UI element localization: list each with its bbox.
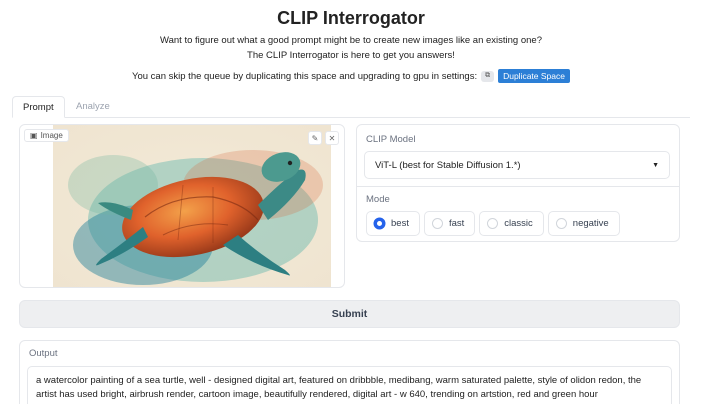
image-icon: ▣ [30, 131, 38, 140]
mode-option-best[interactable]: best [366, 211, 420, 236]
duplicate-text: You can skip the queue by duplicating th… [132, 70, 478, 82]
image-tools: ✎ ✕ [308, 131, 339, 145]
mode-option-fast[interactable]: fast [423, 211, 476, 236]
radio-icon [487, 218, 499, 229]
output-panel: Output a watercolor painting of a sea tu… [19, 340, 680, 404]
mode-option-label: classic [504, 218, 533, 229]
sea-turtle-image [53, 125, 331, 287]
mode-option-negative[interactable]: negative [547, 211, 620, 236]
mode-option-label: best [391, 218, 409, 229]
output-label: Output [29, 348, 58, 359]
mode-radio-group: best fast classic negative [366, 211, 620, 236]
clip-model-label: CLIP Model [366, 134, 416, 145]
page-title: CLIP Interrogator [277, 8, 425, 28]
clip-model-dropdown[interactable]: ViT-L (best for Stable Diffusion 1.*) ▼ [364, 151, 670, 179]
submit-button[interactable]: Submit [19, 300, 680, 328]
caret-down-icon: ▼ [652, 161, 659, 169]
tab-prompt[interactable]: Prompt [12, 96, 65, 118]
tab-bar: Prompt Analyze [12, 96, 690, 118]
mode-option-classic[interactable]: classic [479, 211, 544, 236]
duplicate-icon[interactable]: ⧉ [481, 70, 495, 82]
image-label: ▣ Image [24, 129, 69, 142]
settings-panel: CLIP Model ViT-L (best for Stable Diffus… [356, 124, 680, 242]
radio-selected-icon [374, 218, 385, 229]
clip-model-value: ViT-L (best for Stable Diffusion 1.*) [375, 159, 521, 171]
mode-option-label: negative [572, 218, 609, 229]
duplicate-space-button[interactable]: Duplicate Space [498, 69, 570, 83]
output-textbox[interactable]: a watercolor painting of a sea turtle, w… [27, 366, 672, 404]
radio-icon [555, 218, 567, 229]
duplicate-line: You can skip the queue by duplicating th… [0, 69, 702, 83]
mode-option-label: fast [448, 218, 465, 229]
radio-icon [431, 218, 443, 229]
close-icon[interactable]: ✕ [325, 131, 339, 145]
divider [357, 186, 679, 187]
edit-icon[interactable]: ✎ [308, 131, 322, 145]
description-line-2: The CLIP Interrogator is here to get you… [247, 50, 455, 61]
image-label-text: Image [40, 131, 63, 140]
description-line-1: Want to figure out what a good prompt mi… [160, 35, 542, 46]
mode-label: Mode [366, 194, 390, 205]
image-upload-panel[interactable]: ▣ Image ✎ ✕ [19, 124, 345, 288]
tab-analyze[interactable]: Analyze [66, 96, 120, 118]
